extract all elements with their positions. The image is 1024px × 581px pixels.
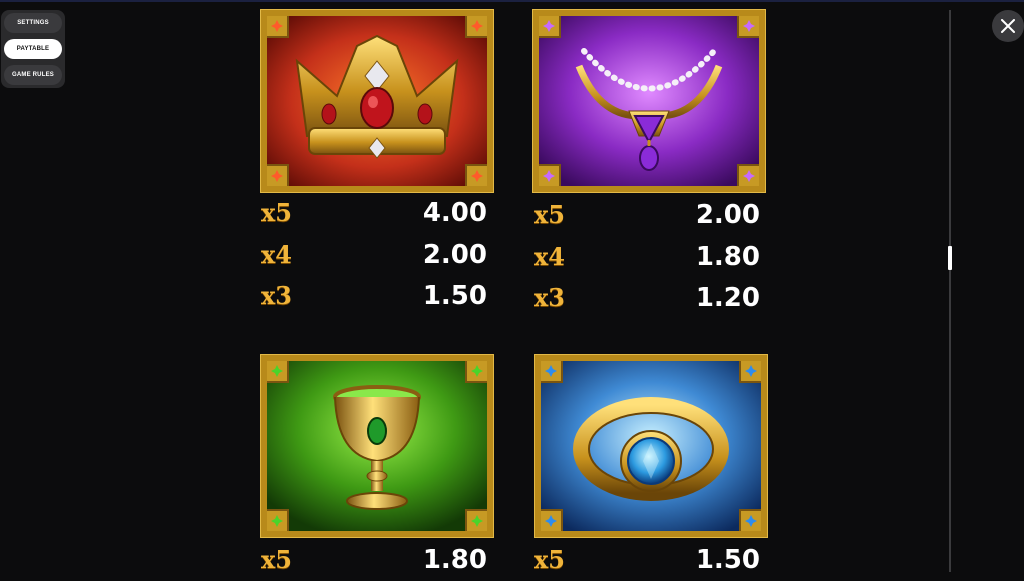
multiplier-label: x5 bbox=[261, 198, 293, 227]
pay-row: x5 1.50 bbox=[534, 545, 760, 581]
multiplier-label: x3 bbox=[534, 283, 566, 312]
gem-corner-icon bbox=[737, 16, 759, 38]
gem-corner-icon bbox=[267, 361, 289, 383]
pay-row: x5 4.00 bbox=[261, 198, 487, 234]
game-rules-button[interactable]: GAME RULES bbox=[4, 65, 62, 85]
gem-corner-icon bbox=[739, 509, 761, 531]
symbol-card-goblet bbox=[261, 355, 493, 537]
gem-corner-icon bbox=[465, 509, 487, 531]
payout-value: 1.50 bbox=[695, 545, 760, 575]
gem-corner-icon bbox=[267, 164, 289, 186]
scrollbar-track[interactable] bbox=[949, 10, 951, 572]
settings-button[interactable]: SETTINGS bbox=[4, 13, 62, 33]
close-icon bbox=[1001, 19, 1015, 33]
gem-corner-icon bbox=[539, 16, 561, 38]
multiplier-label: x5 bbox=[261, 545, 293, 574]
pay-row: x3 1.20 bbox=[534, 283, 760, 319]
gem-corner-icon bbox=[267, 16, 289, 38]
multiplier-label: x5 bbox=[534, 200, 566, 229]
symbol-card-ring bbox=[535, 355, 767, 537]
side-menu: SETTINGS PAYTABLE GAME RULES bbox=[1, 10, 65, 88]
payout-value: 2.00 bbox=[695, 200, 760, 230]
gem-corner-icon bbox=[541, 509, 563, 531]
symbol-card-crown bbox=[261, 10, 493, 192]
pay-row: x5 2.00 bbox=[534, 200, 760, 236]
goblet-image bbox=[267, 361, 487, 531]
pay-row: x3 1.50 bbox=[261, 281, 487, 317]
crown-image bbox=[267, 16, 487, 186]
top-border bbox=[0, 0, 1024, 2]
payout-value: 4.00 bbox=[422, 198, 487, 228]
pay-row: x5 1.80 bbox=[261, 545, 487, 581]
multiplier-label: x3 bbox=[261, 281, 293, 310]
necklace-image bbox=[539, 16, 759, 186]
payout-value: 2.00 bbox=[422, 240, 487, 270]
scrollbar-thumb[interactable] bbox=[948, 246, 952, 270]
payout-value: 1.20 bbox=[695, 283, 760, 313]
gem-corner-icon bbox=[739, 361, 761, 383]
symbol-card-necklace bbox=[533, 10, 765, 192]
pay-row: x4 1.80 bbox=[534, 242, 760, 278]
gem-corner-icon bbox=[465, 16, 487, 38]
gem-corner-icon bbox=[267, 509, 289, 531]
gem-corner-icon bbox=[539, 164, 561, 186]
gem-corner-icon bbox=[465, 361, 487, 383]
gem-corner-icon bbox=[737, 164, 759, 186]
payout-value: 1.80 bbox=[422, 545, 487, 575]
pay-row: x4 2.00 bbox=[261, 240, 487, 276]
payout-value: 1.50 bbox=[422, 281, 487, 311]
multiplier-label: x5 bbox=[534, 545, 566, 574]
ring-image bbox=[541, 361, 761, 531]
payout-value: 1.80 bbox=[695, 242, 760, 272]
close-button[interactable] bbox=[992, 10, 1024, 42]
gem-corner-icon bbox=[465, 164, 487, 186]
paytable-button[interactable]: PAYTABLE bbox=[4, 39, 62, 59]
multiplier-label: x4 bbox=[534, 242, 566, 271]
gem-corner-icon bbox=[541, 361, 563, 383]
multiplier-label: x4 bbox=[261, 240, 293, 269]
